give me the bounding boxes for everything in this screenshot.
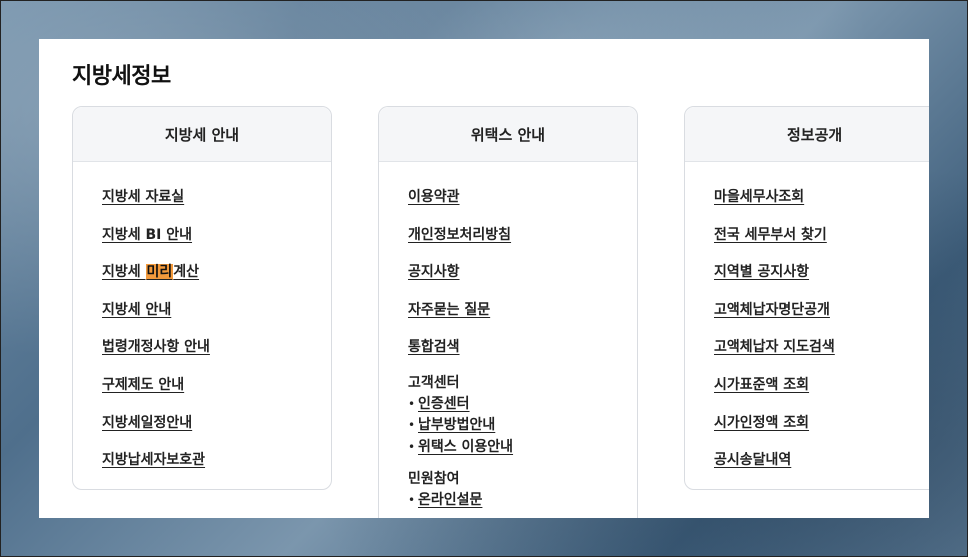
bullet-icon: • xyxy=(408,418,416,433)
link-delinquent-list[interactable]: 고액체납자명단공개 xyxy=(714,302,830,318)
link-list: 마을세무사조회 전국 세무부서 찾기 지역별 공지사항 고액체납자명단공개 고액… xyxy=(685,162,929,485)
sub-list-item: • 납부방법안내 xyxy=(408,415,637,437)
page-title: 지방세정보 xyxy=(72,64,171,89)
list-item: 지방세 BI 안내 xyxy=(102,222,331,260)
group-title: 고객센터 xyxy=(408,374,460,391)
sub-list-item: • 온라인설문 xyxy=(408,490,637,512)
card-header: 지방세 안내 xyxy=(73,107,331,162)
list-item: 공시송달내역 xyxy=(714,447,929,485)
card-local-tax-guide: 지방세 안내 지방세 자료실 지방세 BI 안내 지방세 미리계산 지방세 안내… xyxy=(72,106,332,490)
list-item: 법령개정사항 안내 xyxy=(102,334,331,372)
card-information-disclosure: 정보공개 마을세무사조회 전국 세무부서 찾기 지역별 공지사항 고액체납자명단… xyxy=(684,106,929,490)
bullet-icon: • xyxy=(408,439,416,454)
link-delinquent-map[interactable]: 고액체납자 지도검색 xyxy=(714,339,835,355)
link-list: 이용약관 개인정보처리방침 공지사항 자주묻는 질문 통합검색 고객센터 • 인증… xyxy=(379,162,637,512)
card-wetax-guide: 위택스 안내 이용약관 개인정보처리방침 공지사항 자주묻는 질문 통합검색 고… xyxy=(378,106,638,518)
card-header: 정보공개 xyxy=(685,107,929,162)
list-item: 자주묻는 질문 xyxy=(408,297,637,335)
link-online-survey[interactable]: 온라인설문 xyxy=(418,492,482,508)
link-public-notice-delivery[interactable]: 공시송달내역 xyxy=(714,452,791,468)
list-item: 개인정보처리방침 xyxy=(408,222,637,260)
link-standard-price[interactable]: 시가표준액 조회 xyxy=(714,377,809,393)
list-item: 시가표준액 조회 xyxy=(714,372,929,410)
link-recognized-price[interactable]: 시가인정액 조회 xyxy=(714,415,809,431)
link-tax-schedule[interactable]: 지방세일정안내 xyxy=(102,415,192,431)
link-regional-notices[interactable]: 지역별 공지사항 xyxy=(714,264,809,280)
link-text-before: 지방세 xyxy=(102,264,146,281)
list-item: 지방세 자료실 xyxy=(102,184,331,222)
sub-list: • 인증센터 • 납부방법안내 • 위택스 이용안내 xyxy=(408,394,637,459)
group-customer-center: 고객센터 • 인증센터 • 납부방법안내 • 위택스 이용안내 xyxy=(408,372,637,459)
bullet-icon: • xyxy=(408,493,416,508)
list-item: 지방세 안내 xyxy=(102,297,331,335)
list-item: 공지사항 xyxy=(408,259,637,297)
local-tax-info-panel: 지방세정보 지방세 안내 지방세 자료실 지방세 BI 안내 지방세 미리계산 … xyxy=(39,39,929,518)
list-item: 지방세일정안내 xyxy=(102,410,331,448)
link-wetax-usage-guide[interactable]: 위택스 이용안내 xyxy=(418,439,513,455)
link-list: 지방세 자료실 지방세 BI 안내 지방세 미리계산 지방세 안내 법령개정사항… xyxy=(73,162,331,485)
list-item: 지방납세자보호관 xyxy=(102,447,331,485)
link-village-tax-accountant[interactable]: 마을세무사조회 xyxy=(714,189,804,205)
sub-list-item: • 인증센터 xyxy=(408,394,637,416)
link-notices[interactable]: 공지사항 xyxy=(408,264,460,280)
link-local-tax-calculator[interactable]: 지방세 미리계산 xyxy=(102,264,200,281)
list-item: 마을세무사조회 xyxy=(714,184,929,222)
list-item: 통합검색 xyxy=(408,334,637,372)
card-header: 위택스 안내 xyxy=(379,107,637,162)
link-faq[interactable]: 자주묻는 질문 xyxy=(408,302,490,318)
link-local-tax-archive[interactable]: 지방세 자료실 xyxy=(102,189,184,205)
link-relief-system[interactable]: 구제제도 안내 xyxy=(102,377,184,393)
list-item: 시가인정액 조회 xyxy=(714,410,929,448)
link-privacy-policy[interactable]: 개인정보처리방침 xyxy=(408,227,511,243)
sub-list-item: • 위택스 이용안내 xyxy=(408,437,637,459)
sub-list: • 온라인설문 xyxy=(408,490,637,512)
link-law-revision[interactable]: 법령개정사항 안내 xyxy=(102,339,210,355)
group-civil-participation: 민원참여 • 온라인설문 xyxy=(408,468,637,512)
list-item: 이용약관 xyxy=(408,184,637,222)
link-auth-center[interactable]: 인증센터 xyxy=(418,396,470,412)
link-local-tax-guide[interactable]: 지방세 안내 xyxy=(102,302,171,318)
link-integrated-search[interactable]: 통합검색 xyxy=(408,339,460,355)
group-title: 민원참여 xyxy=(408,471,460,488)
link-terms[interactable]: 이용약관 xyxy=(408,189,460,205)
list-item: 고액체납자명단공개 xyxy=(714,297,929,335)
search-highlight: 미리 xyxy=(145,264,174,281)
list-item: 고액체납자 지도검색 xyxy=(714,334,929,372)
list-item: 지역별 공지사항 xyxy=(714,259,929,297)
bullet-icon: • xyxy=(408,396,416,411)
link-find-tax-office[interactable]: 전국 세무부서 찾기 xyxy=(714,227,827,243)
list-item: 전국 세무부서 찾기 xyxy=(714,222,929,260)
list-item: 지방세 미리계산 xyxy=(102,259,331,297)
link-text-after: 계산 xyxy=(173,264,200,281)
list-item: 구제제도 안내 xyxy=(102,372,331,410)
link-payment-guide[interactable]: 납부방법안내 xyxy=(418,417,495,433)
link-taxpayer-protection[interactable]: 지방납세자보호관 xyxy=(102,452,205,468)
link-local-tax-bi[interactable]: 지방세 BI 안내 xyxy=(102,227,192,243)
